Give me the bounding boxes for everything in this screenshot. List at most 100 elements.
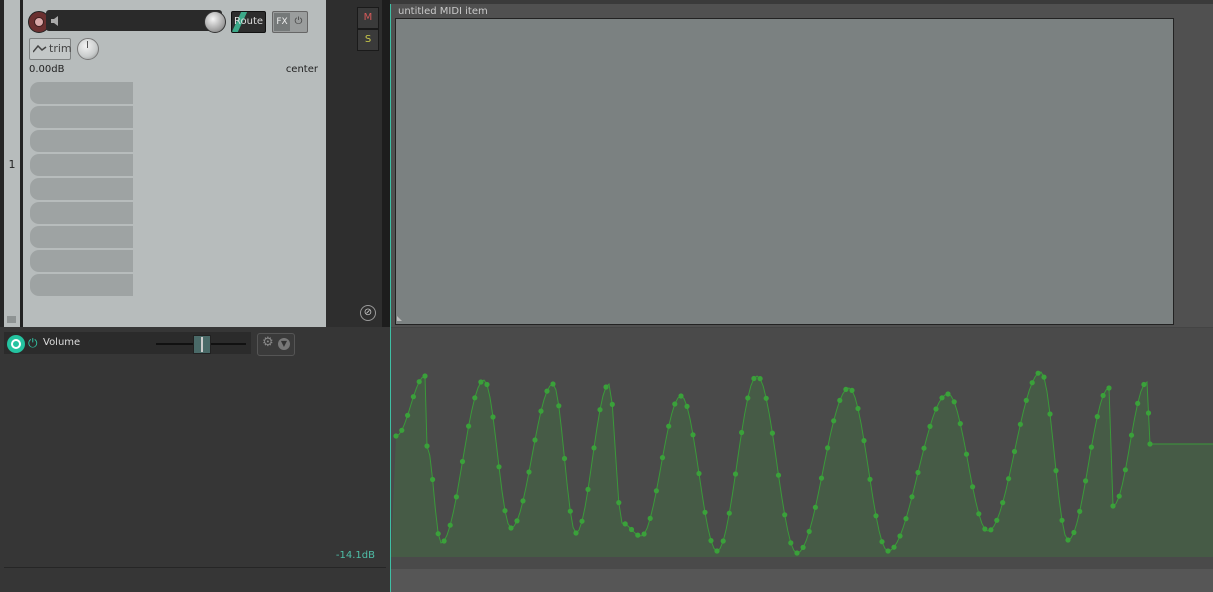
solo-button[interactable]: S — [357, 29, 379, 51]
automation-mode-trim-button[interactable]: trim — [29, 38, 72, 60]
envelope-point[interactable] — [976, 511, 982, 517]
fx-slot[interactable] — [30, 154, 133, 176]
envelope-point[interactable] — [855, 405, 861, 412]
envelope-point[interactable] — [538, 408, 544, 414]
envelope-point[interactable] — [472, 395, 478, 401]
envelope-point[interactable] — [1006, 476, 1012, 482]
envelope-point[interactable] — [1035, 370, 1041, 376]
envelope-point[interactable] — [585, 486, 591, 492]
midi-item[interactable] — [395, 18, 1174, 325]
envelope-point[interactable] — [441, 538, 447, 544]
envelope-point[interactable] — [794, 550, 800, 556]
fx-slot[interactable] — [30, 130, 133, 152]
fx-slot[interactable] — [30, 178, 133, 200]
envelope-point[interactable] — [1017, 421, 1024, 427]
envelope-point[interactable] — [422, 373, 428, 379]
envelope-fader-thumb[interactable] — [193, 335, 211, 354]
envelope-point[interactable] — [478, 379, 484, 385]
envelope-point[interactable] — [597, 407, 603, 413]
envelope-point[interactable] — [684, 403, 690, 409]
envelope-point[interactable] — [490, 414, 496, 420]
envelope-point[interactable] — [1106, 385, 1112, 391]
envelope-point[interactable] — [1071, 529, 1077, 536]
envelope-point[interactable] — [1100, 392, 1106, 399]
envelope-point[interactable] — [579, 518, 585, 524]
envelope-point[interactable] — [430, 476, 436, 483]
envelope-point[interactable] — [757, 376, 763, 382]
envelope-point[interactable] — [939, 395, 945, 401]
envelope-point[interactable] — [416, 379, 422, 385]
envelope-point[interactable] — [573, 530, 579, 536]
envelope-point[interactable] — [435, 531, 441, 537]
envelope-point[interactable] — [812, 504, 818, 510]
envelope-point[interactable] — [909, 494, 915, 500]
volume-knob[interactable] — [204, 11, 226, 33]
envelope-point[interactable] — [897, 533, 903, 539]
envelope-point[interactable] — [410, 394, 416, 400]
envelope-point[interactable] — [957, 421, 963, 427]
envelope-point[interactable] — [567, 508, 573, 514]
envelope-active-toggle[interactable] — [7, 335, 25, 353]
envelope-point[interactable] — [678, 393, 684, 399]
volume-envelope-curve[interactable] — [391, 328, 1213, 569]
envelope-point[interactable] — [690, 432, 696, 438]
fx-slot[interactable] — [30, 250, 133, 272]
envelope-point[interactable] — [963, 451, 970, 457]
envelope-point[interactable] — [806, 528, 812, 535]
envelope-point[interactable] — [641, 531, 647, 537]
envelope-point[interactable] — [885, 548, 891, 554]
envelope-point[interactable] — [769, 430, 775, 436]
envelope-settings-button[interactable]: ⚙ ▼ — [257, 333, 295, 356]
envelope-point[interactable] — [502, 508, 508, 514]
envelope-point[interactable] — [915, 469, 921, 476]
envelope-point[interactable] — [424, 443, 430, 449]
envelope-point[interactable] — [1047, 411, 1053, 417]
envelope-point[interactable] — [616, 500, 622, 506]
route-button[interactable]: Route — [231, 11, 266, 33]
envelope-point[interactable] — [879, 539, 885, 545]
envelope-point[interactable] — [508, 525, 514, 531]
fx-bypass-power-icon[interactable]: ⏻ — [291, 13, 306, 31]
envelope-point[interactable] — [635, 532, 641, 538]
envelope-point[interactable] — [726, 510, 732, 516]
envelope-point[interactable] — [782, 512, 788, 518]
envelope-point[interactable] — [591, 445, 597, 451]
envelope-point[interactable] — [1116, 493, 1122, 499]
envelope-point[interactable] — [861, 438, 867, 444]
envelope-point[interactable] — [1041, 374, 1047, 380]
envelope-point[interactable] — [1094, 414, 1100, 420]
envelope-point[interactable] — [453, 494, 459, 500]
envelope-point[interactable] — [609, 401, 615, 407]
envelope-point[interactable] — [653, 488, 659, 494]
envelope-point[interactable] — [556, 403, 562, 409]
envelope-point[interactable] — [945, 391, 951, 397]
envelope-point[interactable] — [867, 476, 873, 482]
envelope-point[interactable] — [1065, 537, 1071, 543]
track-name-field[interactable] — [46, 10, 222, 31]
envelope-point[interactable] — [970, 484, 976, 490]
envelope-point[interactable] — [714, 548, 720, 554]
envelope-point[interactable] — [927, 423, 933, 429]
fx-slot[interactable] — [30, 106, 133, 128]
envelope-point[interactable] — [708, 538, 714, 544]
envelope-point[interactable] — [393, 433, 399, 439]
envelope-point[interactable] — [831, 418, 837, 424]
envelope-point[interactable] — [933, 406, 939, 412]
envelope-point[interactable] — [951, 399, 957, 405]
envelope-point[interactable] — [921, 445, 927, 451]
envelope-point[interactable] — [496, 464, 502, 470]
envelope-point[interactable] — [603, 384, 609, 390]
envelope-point[interactable] — [1135, 400, 1141, 406]
envelope-point[interactable] — [1128, 432, 1135, 438]
envelope-point[interactable] — [550, 381, 556, 387]
item-resize-corner[interactable] — [397, 316, 402, 321]
envelope-point[interactable] — [466, 423, 472, 429]
envelope-point[interactable] — [1011, 448, 1018, 455]
fx-slot[interactable] — [30, 202, 133, 224]
envelope-point[interactable] — [659, 455, 666, 461]
envelope-point[interactable] — [1053, 468, 1059, 474]
envelope-point[interactable] — [622, 521, 628, 527]
folder-icon[interactable] — [7, 316, 16, 323]
fx-slot[interactable] — [30, 274, 133, 296]
envelope-point[interactable] — [763, 395, 769, 401]
